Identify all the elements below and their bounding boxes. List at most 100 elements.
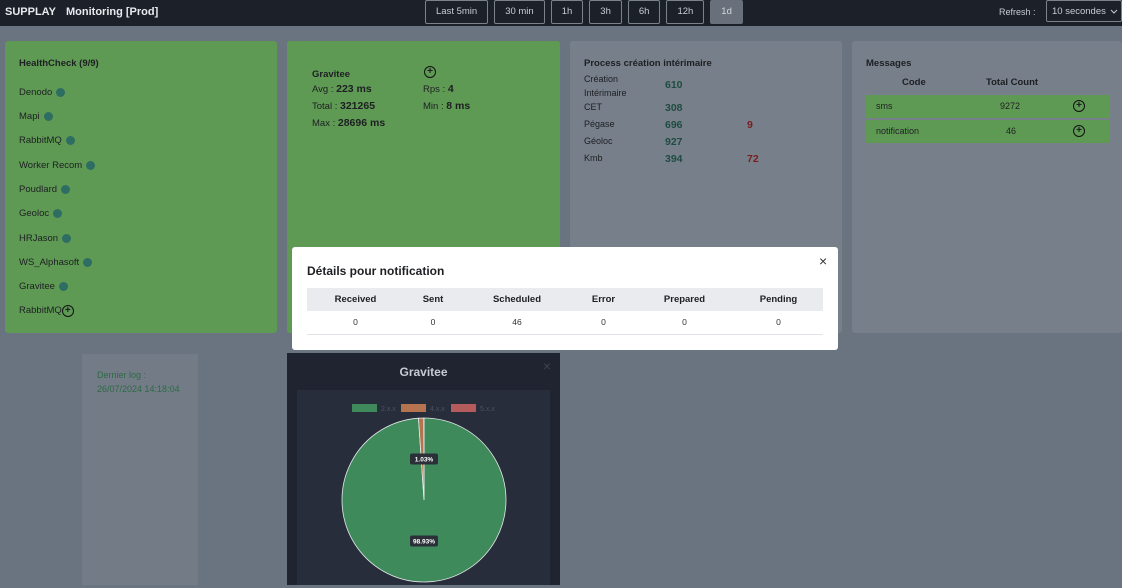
process-row-creation-label: CréationIntérimaire [584,72,627,100]
status-dot-icon [61,185,70,194]
cell-pending: 0 [734,311,823,334]
process-row-kmb-label: Kmb [584,153,603,163]
table-row: notification 46 + [866,120,1110,143]
close-icon[interactable]: × [543,358,551,374]
status-dot-icon [86,161,95,170]
col-scheduled: Scheduled [462,288,572,311]
legend-label-1[interactable]: 4.x.x [430,406,445,413]
process-row-pegase-error: 9 [747,119,753,131]
col-sent: Sent [404,288,462,311]
message-count: 46 [1006,126,1016,136]
top-bar: SUPPLAY Monitoring [Prod] Last 5min 30 m… [0,0,1122,26]
modal-title: Détails pour notification [307,264,444,278]
health-item-mapi: Mapi [19,111,53,122]
refresh-label: Refresh : [999,7,1036,17]
plus-circle-icon[interactable]: + [62,305,74,317]
status-dot-icon [59,282,68,291]
data-label-1: 1.03% [415,457,434,464]
refresh-select-value: 10 secondes [1052,6,1106,17]
process-title: Process création intérimaire [584,58,712,69]
process-row-geoloc-label: Géoloc [584,136,613,146]
message-count: 9272 [1000,101,1020,111]
pie-chart: 2.x.x 4.x.x 5.x.x 98.93% 1.03% [297,390,550,585]
chevron-down-icon [1110,1,1118,32]
legend-swatch-0[interactable] [352,404,377,412]
col-pending: Pending [734,288,823,311]
cell-sent: 0 [404,311,462,334]
col-received: Received [307,288,404,311]
messages-col-code: Code [902,77,926,88]
process-row-kmb-value: 394 [665,153,683,165]
status-dot-icon [44,112,53,121]
healthcheck-card: HealthCheck (9/9) Denodo Mapi RabbitMQ W… [5,41,277,333]
messages-card: Messages Code Total Count sms 9272 + not… [852,41,1122,333]
gravitee-max: Max : 28696 ms [312,117,385,129]
details-table: Received Sent Scheduled Error Prepared P… [307,288,823,335]
details-modal: Détails pour notification × Received Sen… [292,247,838,350]
health-item-rabbitmq: RabbitMQ [19,135,75,146]
refresh-select[interactable]: 10 secondes [1046,0,1122,22]
health-item-gravitee: Gravitee [19,281,68,292]
last-log-card: Dernier log : 26/07/2024 14:18:04 [82,354,198,585]
health-item-hrjason: HRJason [19,233,71,244]
health-item-worker-recom: Worker Recom [19,160,95,171]
data-label-0: 98.93% [413,539,435,546]
legend-label-2[interactable]: 5.x.x [480,406,495,413]
time-button-12h[interactable]: 12h [666,0,704,24]
status-dot-icon [62,234,71,243]
status-dot-icon [83,258,92,267]
health-item-denodo: Denodo [19,87,65,98]
health-item-ws-alphasoft: WS_Alphasoft [19,257,92,268]
gravitee-chart-title: Gravitee [287,365,560,379]
legend-swatch-2[interactable] [451,404,476,412]
close-icon[interactable]: × [819,253,827,269]
messages-col-total: Total Count [986,77,1038,88]
healthcheck-title: HealthCheck (9/9) [19,58,99,69]
table-row: sms 9272 + [866,95,1110,118]
time-button-last-5min[interactable]: Last 5min [425,0,488,24]
cell-received: 0 [307,311,404,334]
time-button-1d[interactable]: 1d [710,0,743,24]
process-row-pegase-label: Pégase [584,119,615,129]
cell-error: 0 [572,311,635,334]
plus-circle-icon[interactable]: + [424,66,436,78]
environment-title: Monitoring [Prod] [66,6,158,18]
status-dot-icon [66,136,75,145]
status-dot-icon [53,209,62,218]
health-item-rabbitmq-expand[interactable]: RabbitMQ+ [19,305,74,317]
health-item-geoloc: Geoloc [19,208,62,219]
table-header-row: Received Sent Scheduled Error Prepared P… [307,288,823,311]
health-item-poudlard: Poudlard [19,184,70,195]
time-button-1h[interactable]: 1h [551,0,584,24]
process-row-cet-label: CET [584,102,602,112]
time-button-30min[interactable]: 30 min [494,0,545,24]
time-button-6h[interactable]: 6h [628,0,661,24]
process-row-geoloc-value: 927 [665,136,683,148]
time-button-3h[interactable]: 3h [589,0,622,24]
brand-logo[interactable]: SUPPLAY [5,6,56,18]
gravitee-title: Gravitee [312,69,350,80]
legend-label-0[interactable]: 2.x.x [381,406,396,413]
legend-swatch-1[interactable] [401,404,426,412]
col-prepared: Prepared [635,288,734,311]
gravitee-min: Min : 8 ms [423,100,470,112]
table-row: 0 0 46 0 0 0 [307,311,823,335]
gravitee-avg: Avg : 223 ms [312,83,372,95]
last-log-value: 26/07/2024 14:18:04 [97,384,180,394]
process-row-pegase-value: 696 [665,119,683,131]
message-code: notification [876,126,919,136]
process-row-creation-value: 610 [665,79,683,91]
plus-circle-icon[interactable]: + [1073,100,1085,112]
process-row-cet-value: 308 [665,102,683,114]
cell-scheduled: 46 [462,311,572,334]
gravitee-total: Total : 321265 [312,100,375,112]
messages-title: Messages [866,58,911,69]
message-code: sms [876,101,893,111]
gravitee-chart-panel: Gravitee × 2.x.x 4.x.x 5.x.x 98.93% 1.03% [287,353,560,585]
process-row-kmb-error: 72 [747,153,759,165]
gravitee-rps: Rps : 4 [423,83,454,95]
chart-container: 2.x.x 4.x.x 5.x.x 98.93% 1.03% [297,390,550,585]
time-range-selector: Last 5min 30 min 1h 3h 6h 12h 1d [425,0,749,24]
plus-circle-icon[interactable]: + [1073,125,1085,137]
last-log-label: Dernier log : [97,370,146,380]
